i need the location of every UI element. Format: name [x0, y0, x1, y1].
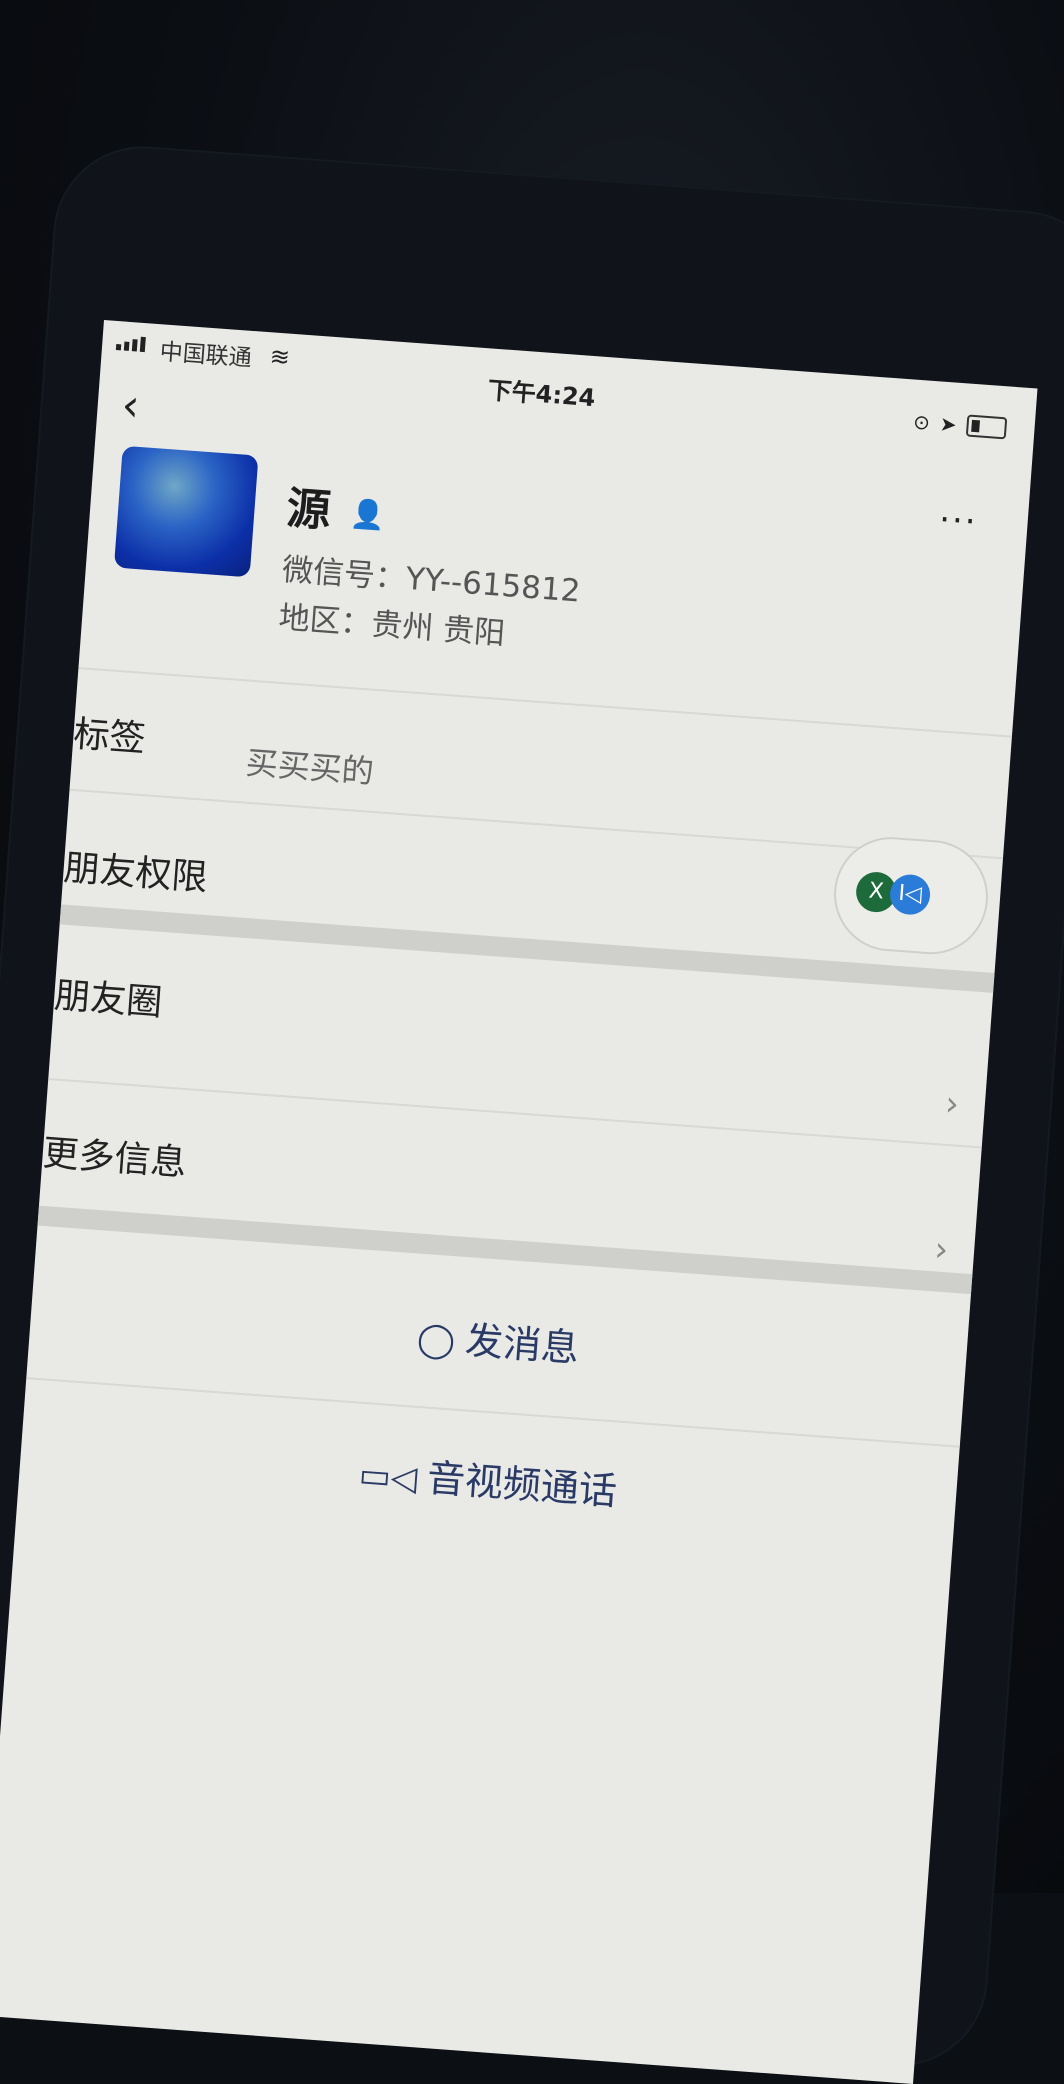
more-button[interactable]: ···: [938, 500, 979, 543]
av-call-label: 音视频通话: [425, 1455, 619, 1514]
contact-name: 源: [284, 482, 333, 538]
battery-icon: [965, 414, 1008, 440]
status-right: ⊙ ➤: [912, 409, 1008, 441]
status-time: 下午4:24: [486, 376, 597, 413]
location-icon: ➤: [939, 411, 958, 437]
chat-bubble-icon: ◯: [415, 1318, 457, 1362]
moments-label: 朋友圈: [52, 975, 164, 1025]
video-camera-icon: ▭◁: [357, 1454, 419, 1499]
send-message-button[interactable]: ◯ 发消息: [30, 1277, 968, 1400]
tags-label: 标签: [72, 713, 147, 761]
avatar[interactable]: [113, 445, 259, 578]
carrier-label: 中国联通: [158, 339, 253, 372]
send-message-label: 发消息: [463, 1318, 581, 1371]
signal-icon: [115, 335, 146, 353]
chevron-right-icon: ›: [943, 1083, 961, 1125]
back-button[interactable]: ‹: [120, 380, 141, 432]
more-dots-icon: ···: [937, 499, 979, 543]
friend-permission-label: 朋友权限: [62, 847, 209, 900]
tags-value: 买买买的: [244, 743, 376, 791]
rotation-lock-icon: ⊙: [912, 409, 931, 435]
more-info-label: 更多信息: [41, 1132, 188, 1185]
person-icon: 👤: [349, 496, 387, 533]
chevron-right-icon: ›: [933, 1229, 950, 1271]
app-badge-icon: I◁: [888, 873, 932, 916]
phone-screen: 中国联通 ≋ 下午4:24 ⊙ ➤ ‹ ··· 源 👤 微信号：YY--6158…: [0, 320, 1038, 2084]
wifi-icon: ≋: [268, 342, 291, 372]
chevron-left-icon: ‹: [119, 379, 142, 432]
